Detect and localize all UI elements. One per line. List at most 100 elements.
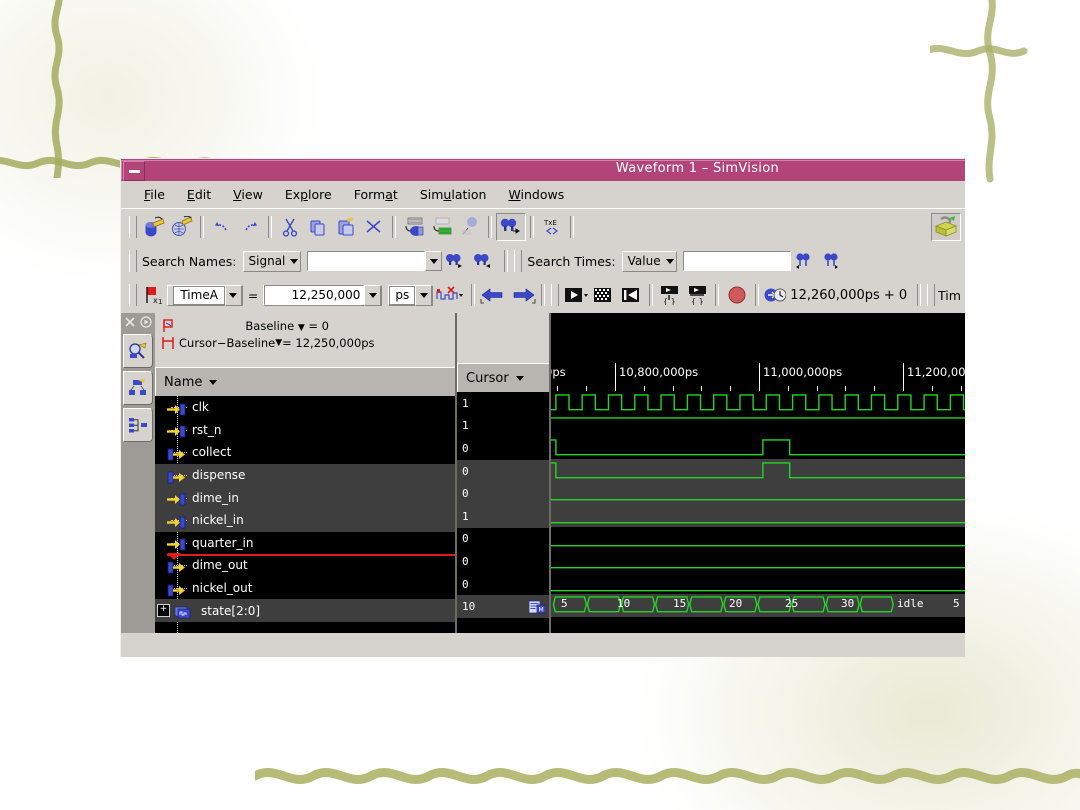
search-times-prev-icon[interactable] <box>791 248 819 274</box>
search-names-input[interactable] <box>307 251 426 271</box>
search-times-mode-select[interactable]: Value <box>621 250 677 272</box>
search-times-grip[interactable] <box>514 250 523 272</box>
menu-simulation[interactable]: Simulation <box>409 184 498 205</box>
cursor-time-dropdown[interactable] <box>364 284 382 306</box>
cursor-name-select[interactable]: TimeA <box>167 284 243 306</box>
search-times-input[interactable] <box>682 251 791 271</box>
detach-sidebar-icon[interactable] <box>140 313 152 332</box>
delete-icon[interactable] <box>360 214 388 240</box>
waveform-canvas-pane[interactable]: 0ps 10,800,000ps 11,000,000ps 11,200,000… <box>549 313 965 633</box>
rail-design-browser[interactable] <box>123 371 153 405</box>
cursor-units-dropdown[interactable] <box>415 284 433 306</box>
wave-row-rst_n <box>551 414 965 437</box>
cursor-value: 1 <box>462 419 469 433</box>
cursor-value: 0 <box>462 532 469 546</box>
input-port-icon <box>167 514 186 529</box>
simulation-time-text: 12,260,000ps + 0 <box>790 287 908 303</box>
trace-expression-icon[interactable]: TxE <box>538 214 566 240</box>
signal-row-dime_in[interactable]: dime_in <box>155 486 455 509</box>
signal-label: nickel_in <box>192 513 244 528</box>
time-toolbar-grip[interactable] <box>927 284 936 306</box>
search-names-next-icon[interactable] <box>470 248 498 274</box>
close-sidebar-icon[interactable] <box>124 313 136 332</box>
signal-row-nickel_in[interactable]: nickel_in <box>155 508 455 532</box>
breakpoint-icon[interactable] <box>723 282 750 308</box>
signal-row-state[interactable]: + state[2:0] <box>155 599 455 622</box>
waveform-traces[interactable]: 51015202530idle51015 <box>551 391 965 633</box>
toolbar-grip[interactable] <box>129 216 137 238</box>
titlebar-fill <box>121 160 965 180</box>
chevron-down-icon <box>209 379 218 385</box>
search-times-next-icon[interactable] <box>819 248 847 274</box>
ruler-label: 11,000,000ps <box>763 365 843 379</box>
group-signal-icon[interactable] <box>428 214 456 240</box>
menu-file[interactable]: File <box>133 184 176 205</box>
step-over-icon[interactable]: { } <box>684 282 711 308</box>
redo-icon[interactable] <box>236 214 264 240</box>
rail-hierarchy-tool[interactable] <box>123 408 153 442</box>
toolbar-separator <box>504 250 509 272</box>
step-back-icon[interactable] <box>479 282 508 308</box>
signal-row-nickel_out[interactable]: nickel_out <box>155 577 455 600</box>
signal-row-rst_n[interactable]: rst_n <box>155 419 455 442</box>
search-names-prev-icon[interactable] <box>442 248 470 274</box>
radix-icon[interactable]: M <box>528 599 546 618</box>
cursor-name-dropdown[interactable] <box>224 284 242 306</box>
simulation-time-icon[interactable] <box>763 282 787 308</box>
toolbox-icon[interactable] <box>931 213 961 241</box>
run-toolbar-grip[interactable] <box>551 284 560 306</box>
menu-edit[interactable]: Edit <box>176 184 222 205</box>
copy-icon[interactable] <box>304 214 332 240</box>
rail-zoom-tool[interactable] <box>123 334 153 368</box>
minimize-button[interactable] <box>123 161 145 181</box>
open-design-icon[interactable] <box>168 214 196 240</box>
cursor-units-select[interactable]: ps <box>388 284 434 306</box>
drag-insert-marker <box>167 553 455 560</box>
time-ruler[interactable]: 0ps 10,800,000ps 11,000,000ps 11,200,000… <box>551 363 965 391</box>
open-database-icon[interactable] <box>140 214 168 240</box>
undo-icon[interactable] <box>208 214 236 240</box>
menu-view[interactable]: View <box>222 184 274 205</box>
add-signal-icon[interactable] <box>400 214 428 240</box>
output-port-icon <box>167 446 186 461</box>
toolbar-separator <box>541 284 546 306</box>
menu-format[interactable]: Format <box>343 184 409 205</box>
signal-name-list[interactable]: clk rst_n collect dispense dime_in nicke… <box>155 396 455 633</box>
signal-row-quarter_in[interactable]: quarter_in <box>155 532 455 555</box>
menu-windows[interactable]: Windows <box>497 184 575 205</box>
window-titlebar: Waveform 1 – SimVision <box>121 159 965 181</box>
stop-simulation-icon[interactable] <box>590 282 617 308</box>
expand-bus-button[interactable]: + <box>157 604 170 618</box>
toolbar-separator <box>392 216 396 238</box>
run-simulation-icon[interactable] <box>562 282 589 308</box>
cursor-value-row: 0 <box>457 573 549 596</box>
step-forward-icon[interactable] <box>508 282 537 308</box>
search-names-scope-select[interactable]: Signal <box>242 250 302 272</box>
expand-signal-icon[interactable] <box>456 214 484 240</box>
signal-row-dispense[interactable]: dispense <box>155 463 455 487</box>
cut-icon[interactable] <box>276 214 304 240</box>
clk-waveform <box>551 391 965 414</box>
find-signal-icon[interactable] <box>496 213 526 241</box>
sidebar-rail-header <box>121 313 155 331</box>
signal-row-dime_out[interactable]: dime_out <box>155 554 455 577</box>
cursor-column-header[interactable]: Cursor <box>457 363 549 392</box>
paste-icon[interactable] <box>332 214 360 240</box>
step-into-icon[interactable]: { } <box>657 282 684 308</box>
wave-row-dime_out <box>551 549 965 572</box>
input-port-icon <box>167 423 186 438</box>
menu-explore[interactable]: Explore <box>274 184 343 205</box>
signal-row-clk[interactable]: clk <box>155 396 455 419</box>
name-column-header[interactable]: Name <box>155 367 455 396</box>
search-names-history-button[interactable] <box>425 251 443 271</box>
cursor-x1-icon[interactable]: x 1 <box>140 282 167 308</box>
cursor-value-row: 0 <box>457 437 549 460</box>
delete-marker-icon[interactable] <box>433 282 466 308</box>
nickel_in-waveform <box>551 504 965 527</box>
signal-row-collect[interactable]: collect <box>155 441 455 464</box>
search-names-grip[interactable] <box>129 250 137 272</box>
cursor-toolbar-grip[interactable] <box>129 284 137 306</box>
ruler-major-tick <box>615 363 616 391</box>
reset-simulation-icon[interactable] <box>617 282 644 308</box>
cursor-time-field[interactable]: 12,250,000 <box>263 284 383 306</box>
